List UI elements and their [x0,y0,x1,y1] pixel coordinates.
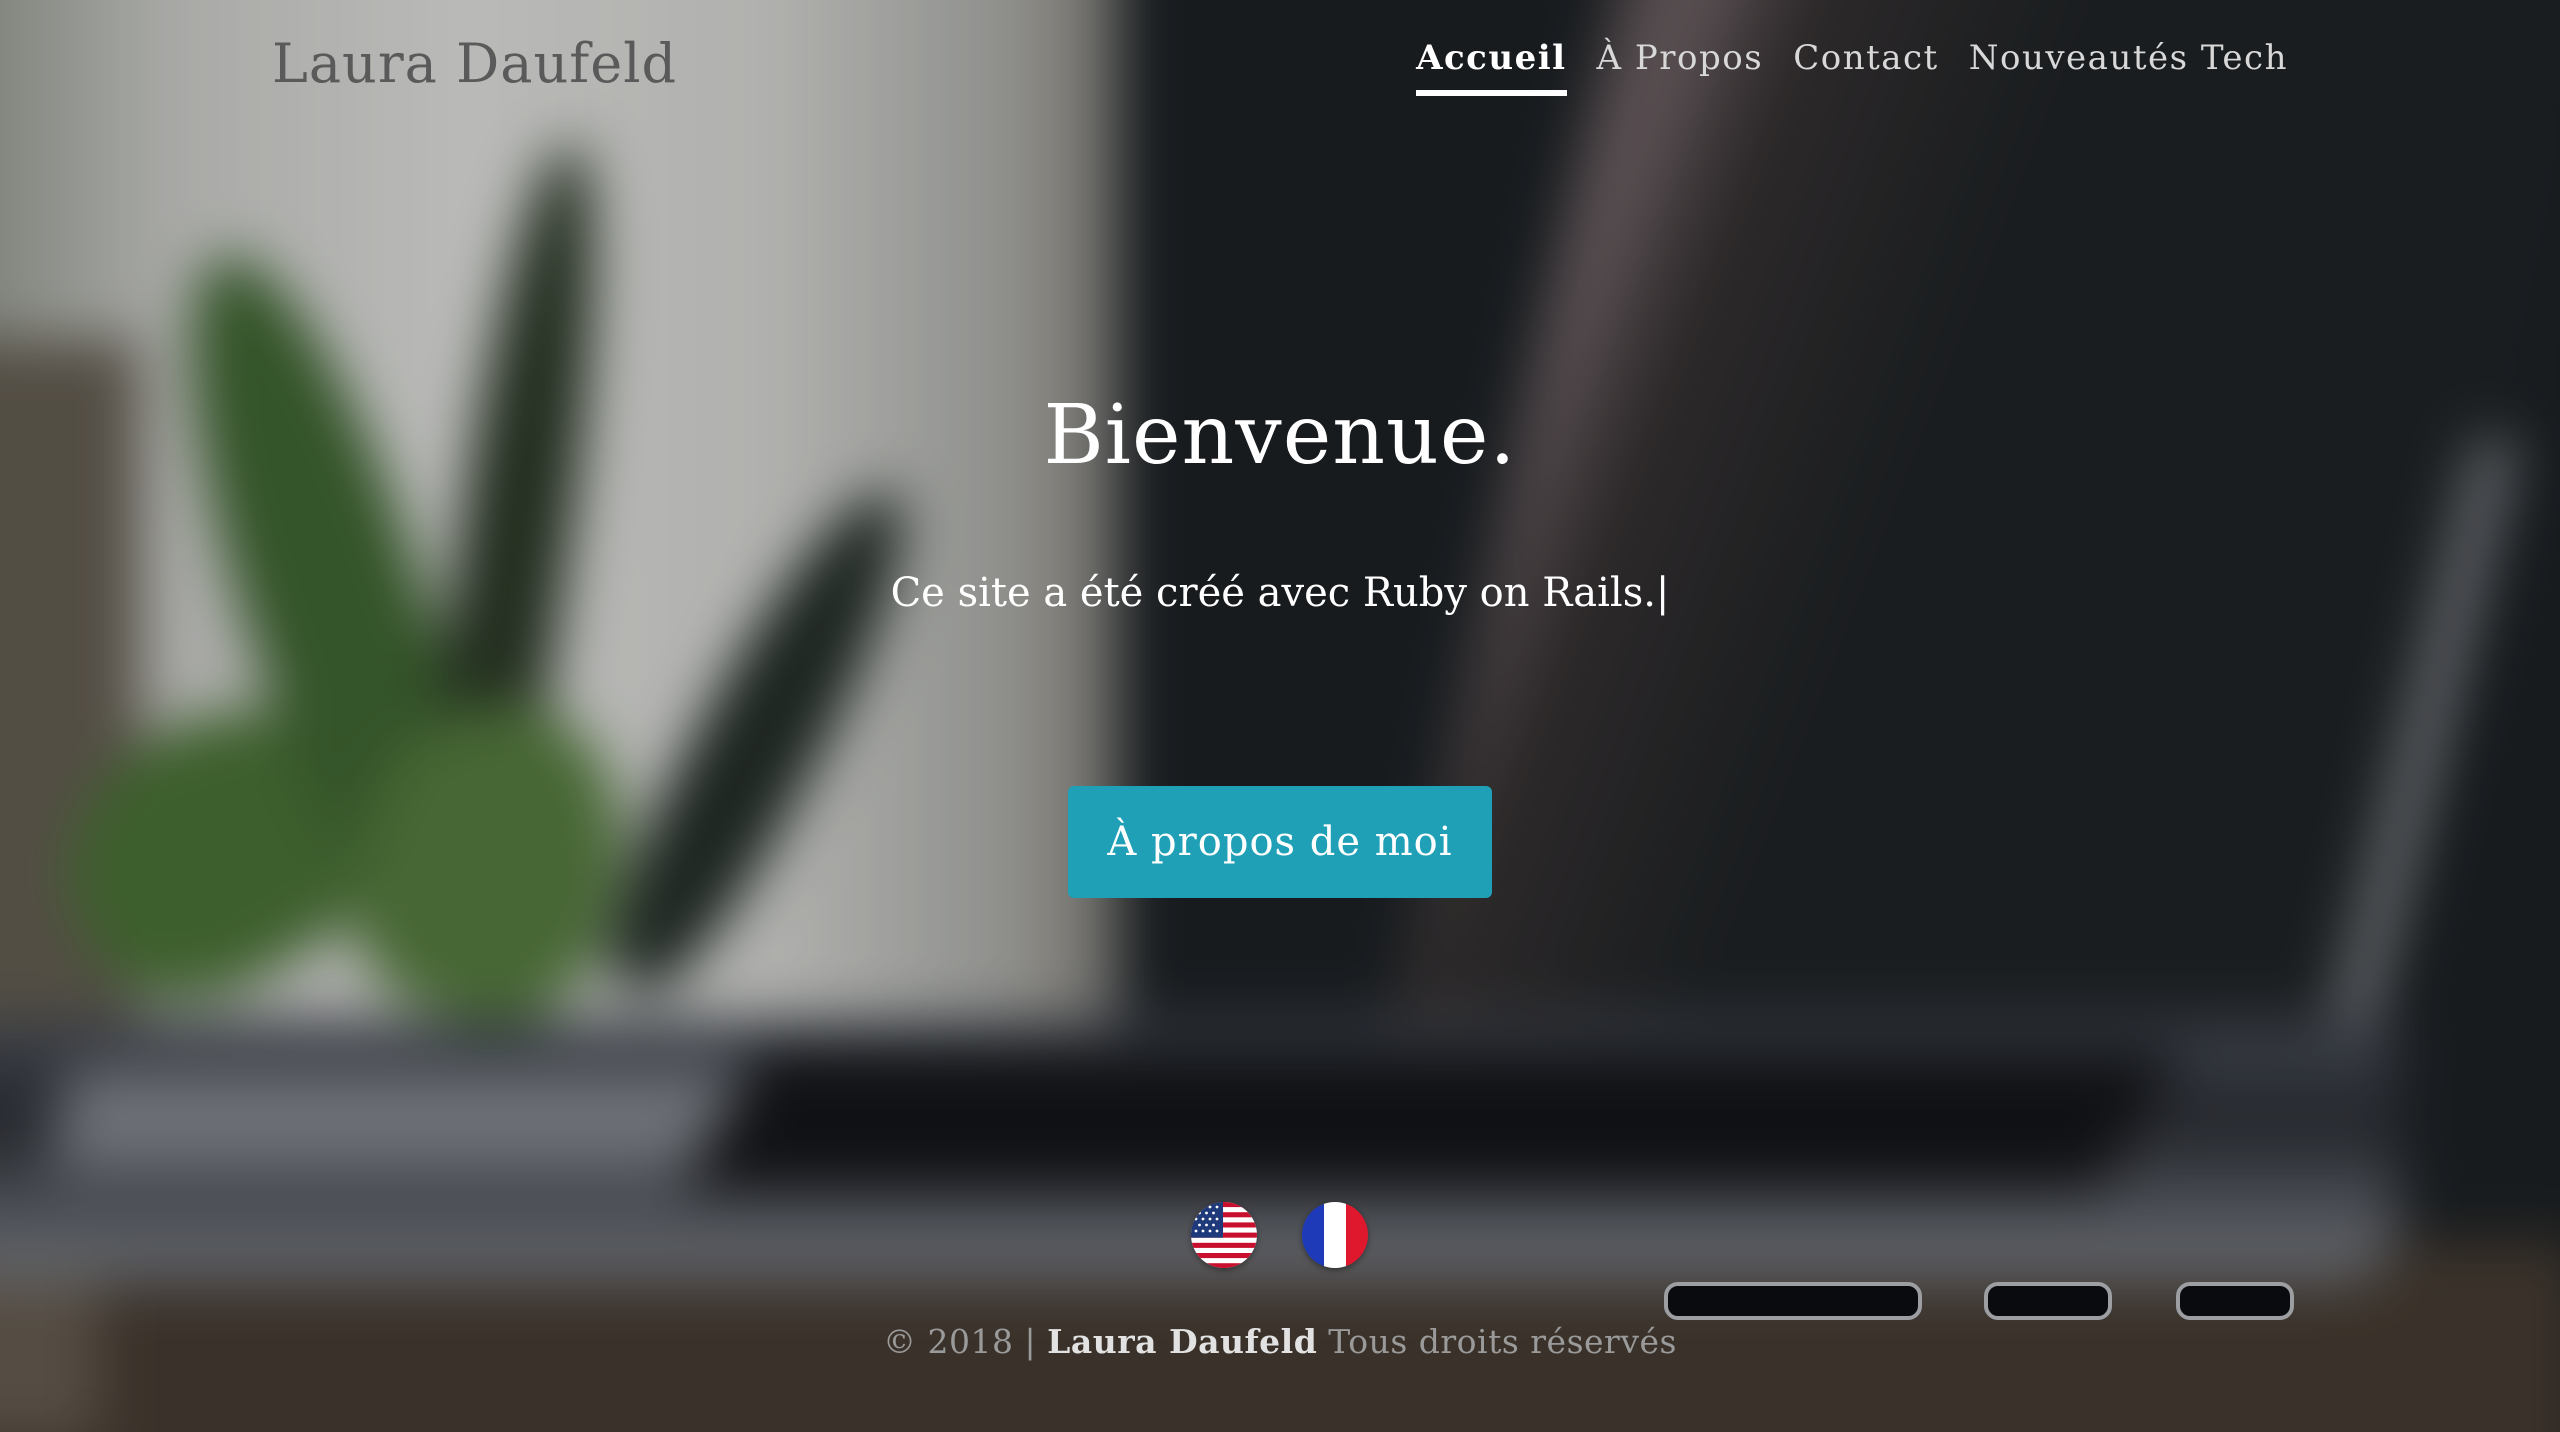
footer: © 2018 | Laura Daufeld Tous droits réser… [0,1322,2560,1361]
nav-item-nouveautes-tech[interactable]: Nouveautés Tech [1969,38,2288,96]
nav-item-accueil[interactable]: Accueil [1416,38,1568,96]
footer-copyright: © 2018 | [883,1322,1037,1361]
hero-subtitle: Ce site a été créé avec Ruby on Rails.| [890,570,1670,616]
france-flag-icon[interactable] [1302,1202,1368,1268]
hero-title: Bienvenue. [1043,388,1517,483]
footer-rights: Tous droits réservés [1328,1322,1677,1361]
main-nav: Accueil À Propos Contact Nouveautés Tech [1416,38,2288,96]
footer-name: Laura Daufeld [1047,1322,1318,1361]
about-me-button[interactable]: À propos de moi [1068,786,1492,898]
hero-background-image [0,0,2560,1432]
nav-item-a-propos[interactable]: À Propos [1597,38,1764,96]
nav-item-contact[interactable]: Contact [1793,38,1939,96]
page: Laura Daufeld Accueil À Propos Contact N… [0,0,2560,1432]
us-flag-icon[interactable] [1191,1202,1257,1268]
site-brand[interactable]: Laura Daufeld [272,32,677,95]
